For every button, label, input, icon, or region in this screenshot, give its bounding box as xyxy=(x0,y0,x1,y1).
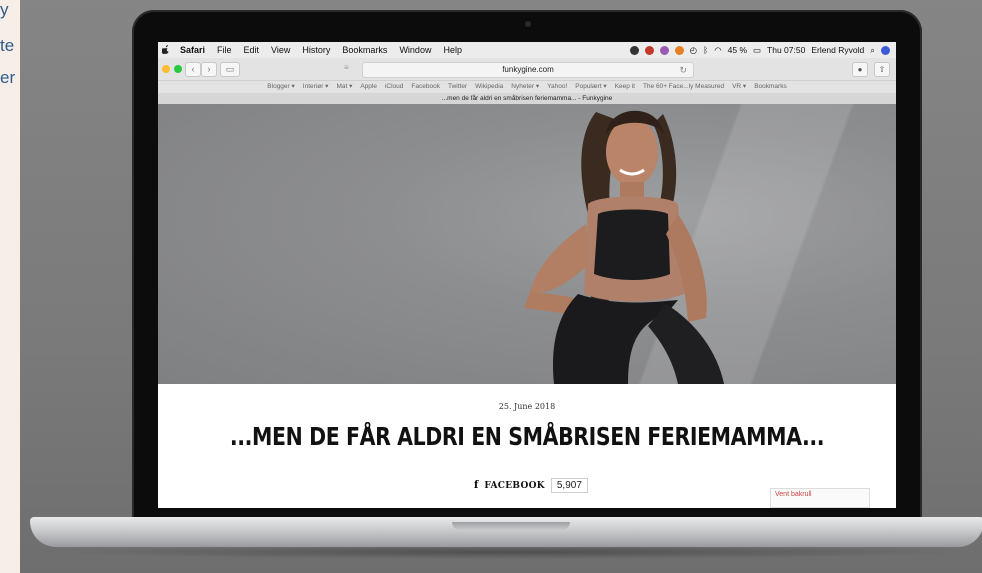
status-app-icon[interactable] xyxy=(659,45,669,55)
bookmark-item[interactable]: Interiør ▾ xyxy=(303,81,329,93)
menu-view[interactable]: View xyxy=(265,45,296,55)
hero-photo xyxy=(158,104,896,384)
article-section: 25. June 2018 ...MEN DE FÅR ALDRI EN SMÅ… xyxy=(158,384,896,508)
post-headline[interactable]: ...MEN DE FÅR ALDRI EN SMÅBRISEN FERIEMA… xyxy=(224,422,829,451)
toolbar-right: ● ⇧ xyxy=(852,62,890,77)
menu-window[interactable]: Window xyxy=(393,45,437,55)
window-controls xyxy=(158,65,182,73)
facebook-share-count: 5,907 xyxy=(550,478,588,493)
menu-help[interactable]: Help xyxy=(437,45,468,55)
spotlight-search-icon[interactable]: ⌕ xyxy=(870,45,875,56)
reader-icon[interactable]: ≡ xyxy=(344,63,349,72)
status-app-icon[interactable] xyxy=(674,45,684,55)
laptop-shadow xyxy=(50,545,970,559)
bookmark-item[interactable]: Twitter xyxy=(448,81,467,93)
side-text-fragment-1: y xyxy=(0,0,9,19)
bookmark-item[interactable]: Mat ▾ xyxy=(336,81,352,93)
time-machine-icon[interactable]: ◴ xyxy=(690,45,697,56)
close-window-button[interactable] xyxy=(162,65,170,73)
laptop-notch xyxy=(452,522,570,530)
bluetooth-icon[interactable]: ᛒ xyxy=(703,45,708,55)
menu-bookmarks[interactable]: Bookmarks xyxy=(336,45,393,55)
woman-figure-illustration xyxy=(524,110,724,384)
menu-file[interactable]: File xyxy=(211,45,238,55)
menu-history[interactable]: History xyxy=(296,45,336,55)
address-bar[interactable]: funkygine.com ↻ xyxy=(362,62,694,78)
bookmarks-bar: Blogger ▾ Interiør ▾ Mat ▾ Apple iCloud … xyxy=(158,81,896,93)
corner-widget[interactable]: Vent bakrull xyxy=(770,488,870,508)
share-icon[interactable]: ⇧ xyxy=(874,62,890,77)
menu-status-area: ◴ ᛒ ◠ 45 % ▭ Thu 07:50 Erlend Ryvold ⌕ xyxy=(629,45,896,56)
menu-clock[interactable]: Thu 07:50 xyxy=(767,45,805,55)
bookmark-item[interactable]: iCloud xyxy=(385,81,403,93)
bookmark-item[interactable]: Populært ▾ xyxy=(575,81,606,93)
bookmark-item[interactable]: Yahoo! xyxy=(547,81,567,93)
bookmark-item[interactable]: Blogger ▾ xyxy=(267,81,294,93)
zoom-window-button[interactable] xyxy=(174,65,182,73)
menu-safari[interactable]: Safari xyxy=(174,45,211,55)
battery-icon[interactable]: ▭ xyxy=(753,45,761,56)
extension-icon[interactable]: ● xyxy=(852,62,868,77)
bookmark-item[interactable]: Wikipedia xyxy=(475,81,503,93)
camera-icon xyxy=(525,21,531,27)
siri-icon[interactable] xyxy=(881,45,890,55)
laptop-screen: Safari File Edit View History Bookmarks … xyxy=(158,42,896,508)
address-text: funkygine.com xyxy=(502,65,554,74)
bookmark-item[interactable]: Facebook xyxy=(411,81,440,93)
status-app-icon[interactable] xyxy=(644,45,654,55)
bookmark-item[interactable]: VR ▾ xyxy=(732,81,746,93)
facebook-share[interactable]: f FACEBOOK 5,907 xyxy=(474,478,588,493)
bookmark-item[interactable]: Apple xyxy=(360,81,377,93)
widget-label: Vent bakrull xyxy=(775,491,812,498)
apple-logo-icon[interactable] xyxy=(158,44,174,56)
menu-edit[interactable]: Edit xyxy=(238,45,266,55)
status-app-icon[interactable] xyxy=(629,45,639,55)
bookmark-item[interactable]: Bookmarks xyxy=(754,81,787,93)
side-text-fragment-3: er xyxy=(0,68,16,87)
side-text-fragment-2: te xyxy=(0,36,15,55)
back-button[interactable]: ‹ xyxy=(185,61,201,77)
laptop-lid: Safari File Edit View History Bookmarks … xyxy=(132,10,922,522)
bookmark-item[interactable]: Keep it xyxy=(615,81,635,93)
facebook-label: FACEBOOK xyxy=(484,480,545,491)
sidebar-toggle-icon[interactable]: ▭ xyxy=(220,61,240,77)
laptop-photo: Safari File Edit View History Bookmarks … xyxy=(20,0,982,573)
facebook-icon: f xyxy=(474,480,479,491)
battery-percent[interactable]: 45 % xyxy=(728,45,747,55)
browser-toolbar: ‹ › ▭ ≡ funkygine.com ↻ ● ⇧ xyxy=(158,58,896,81)
forward-button[interactable]: › xyxy=(201,61,217,77)
reload-icon[interactable]: ↻ xyxy=(679,63,687,77)
bookmark-item[interactable]: Nyheter ▾ xyxy=(511,81,539,93)
menu-user[interactable]: Erlend Ryvold xyxy=(811,45,864,55)
mac-menu-bar: Safari File Edit View History Bookmarks … xyxy=(158,42,896,58)
wifi-icon[interactable]: ◠ xyxy=(714,45,721,56)
bookmark-item[interactable]: The 60+ Face...ly Measured xyxy=(643,81,724,93)
post-date: 25. June 2018 xyxy=(498,402,556,411)
